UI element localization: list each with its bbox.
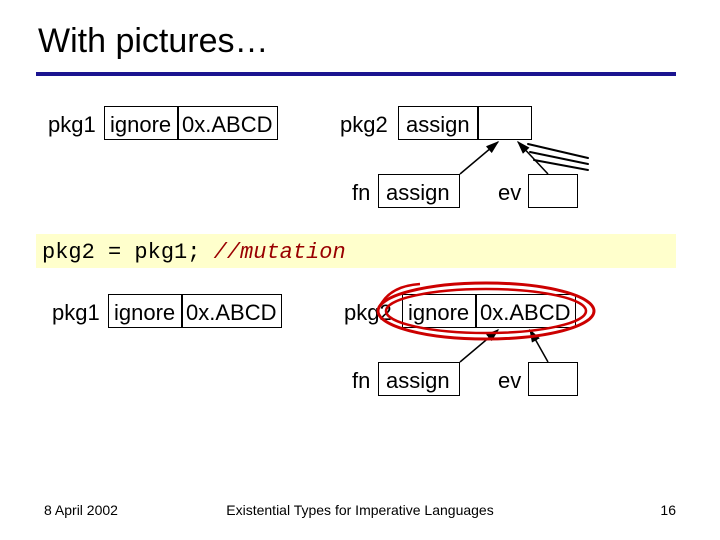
arrow-ev-to-pkg2-bot (530, 330, 548, 362)
arrows-layer (0, 0, 720, 540)
footer-title: Existential Types for Imperative Languag… (0, 502, 720, 518)
arrow-ev-to-pkg2-top (518, 142, 548, 174)
box-ev-bot (528, 362, 578, 396)
label-pkg2-bot: pkg2 (344, 300, 392, 326)
text-fn-assign-top: assign (386, 180, 450, 206)
code-line: pkg2 = pkg1; //mutation (42, 240, 346, 265)
text-pkg2-ignore-bot: ignore (408, 300, 469, 326)
code-stmt: pkg2 = pkg1; (42, 240, 214, 265)
box-ev-top (528, 174, 578, 208)
text-pkg1-addr-bot: 0x.ABCD (186, 300, 276, 326)
arrow-fn-to-pkg2-top (460, 142, 498, 174)
label-pkg1-top: pkg1 (48, 112, 96, 138)
text-pkg1-ignore-top: ignore (110, 112, 171, 138)
box-pkg2-blank-top (478, 106, 532, 140)
label-pkg2-top: pkg2 (340, 112, 388, 138)
slide: With pictures… pkg1 ignore 0x.ABCD pkg2 … (0, 0, 720, 540)
footer-pagenum: 16 (660, 502, 676, 518)
label-pkg1-bot: pkg1 (52, 300, 100, 326)
code-comment: //mutation (214, 240, 346, 265)
title-underline (36, 72, 676, 76)
arrow-fn-to-pkg2-bot (460, 330, 498, 362)
text-fn-assign-bot: assign (386, 368, 450, 394)
slide-title: With pictures… (38, 22, 269, 61)
label-fn-top: fn (352, 180, 370, 206)
label-ev-top: ev (498, 180, 521, 206)
text-pkg1-ignore-bot: ignore (114, 300, 175, 326)
scribble-icon (528, 144, 588, 170)
label-ev-bot: ev (498, 368, 521, 394)
text-pkg2-addr-bot: 0x.ABCD (480, 300, 570, 326)
text-pkg1-addr-top: 0x.ABCD (182, 112, 272, 138)
label-fn-bot: fn (352, 368, 370, 394)
text-pkg2-assign-top: assign (406, 112, 470, 138)
